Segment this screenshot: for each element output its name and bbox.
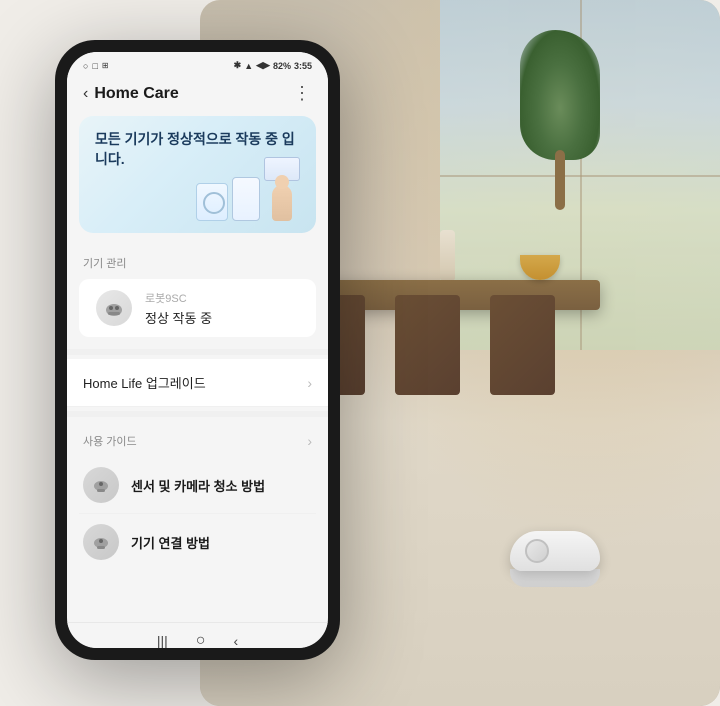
signal-icon: ◀▶ — [256, 60, 270, 71]
guide-section-label: 사용 가이드 — [83, 433, 137, 449]
guide-section: 사용 가이드 › — [67, 421, 328, 570]
wifi-icon: ▲ — [244, 61, 253, 71]
device-status: 정상 작동 중 — [145, 308, 300, 327]
guide-items-list: 센서 및 카메라 청소 방법 기기 연 — [79, 457, 316, 570]
nav-menu-button[interactable]: ||| — [157, 633, 168, 649]
chair-3 — [490, 295, 555, 395]
status-icons: ⊞ — [102, 61, 109, 70]
bluetooth-icon: ✱ — [234, 60, 242, 71]
section-divider-2 — [67, 411, 328, 417]
device-list-item[interactable]: 로봇9SC 정상 작동 중 — [79, 279, 316, 337]
robot-vacuum — [510, 531, 600, 586]
status-left: ○ □ ⊞ — [83, 61, 109, 71]
illustration-devices — [196, 157, 300, 221]
device-section-label: 기기 관리 — [67, 249, 328, 275]
device-model: 로봇9SC — [145, 290, 300, 306]
status-right: ✱ ▲ ◀▶ 82% 3:55 — [234, 60, 312, 71]
connect-icon — [92, 533, 110, 551]
vase — [440, 230, 455, 280]
back-button[interactable]: ‹ — [83, 85, 88, 103]
homelife-upgrade-label: Home Life 업그레이드 — [83, 373, 206, 392]
device-icon — [95, 289, 133, 327]
device-icon-circle — [96, 290, 132, 326]
status-banner: 모든 기기가 정상적으로 작동 중 입니다. — [79, 116, 316, 233]
phone-screen: ○ □ ⊞ ✱ ▲ ◀▶ 82% 3:55 ‹ Home Care ⋮ — [67, 52, 328, 648]
guide-item-1-icon — [83, 467, 119, 503]
chevron-right-icon: › — [307, 375, 312, 391]
status-dot-2: □ — [92, 61, 97, 71]
bottom-nav-bar: ||| ○ ‹ — [67, 622, 328, 648]
illus-washer-icon — [196, 183, 228, 221]
battery-level: 82% — [273, 61, 291, 71]
status-dot-1: ○ — [83, 61, 88, 71]
banner-illustration — [95, 157, 300, 221]
robot-icon — [104, 298, 124, 318]
guide-section-header: 사용 가이드 › — [67, 421, 328, 457]
illus-person-icon — [272, 185, 292, 221]
app-header: ‹ Home Care ⋮ — [67, 75, 328, 112]
guide-item-2-icon — [83, 524, 119, 560]
status-bar: ○ □ ⊞ ✱ ▲ ◀▶ 82% 3:55 — [67, 52, 328, 75]
phone-body: ○ □ ⊞ ✱ ▲ ◀▶ 82% 3:55 ‹ Home Care ⋮ — [55, 40, 340, 660]
nav-buttons: ||| ○ ‹ — [157, 632, 238, 649]
homelife-upgrade-item[interactable]: Home Life 업그레이드 › — [67, 359, 328, 407]
device-section: 기기 관리 — [67, 245, 328, 345]
guide-item-2-label: 기기 연결 방법 — [131, 533, 210, 552]
guide-expand-icon[interactable]: › — [307, 433, 312, 449]
nav-back-button[interactable]: ‹ — [233, 633, 238, 649]
guide-item-2[interactable]: 기기 연결 방법 — [79, 514, 316, 570]
nav-home-button[interactable]: ○ — [196, 632, 206, 649]
guide-item-1[interactable]: 센서 및 카메라 청소 방법 — [79, 457, 316, 514]
guide-item-1-label: 센서 및 카메라 청소 방법 — [131, 476, 265, 495]
smartphone: ○ □ ⊞ ✱ ▲ ◀▶ 82% 3:55 ‹ Home Care ⋮ — [55, 40, 340, 660]
device-info: 로봇9SC 정상 작동 중 — [145, 290, 300, 327]
camera-icon — [92, 476, 110, 494]
section-divider-1 — [67, 349, 328, 355]
header-left: ‹ Home Care — [83, 85, 179, 103]
content-scroll[interactable]: 모든 기기가 정상적으로 작동 중 입니다. — [67, 112, 328, 622]
more-button[interactable]: ⋮ — [293, 83, 312, 104]
chair-2 — [395, 295, 460, 395]
page-title: Home Care — [94, 85, 178, 103]
time-display: 3:55 — [294, 61, 312, 71]
app-content: 모든 기기가 정상적으로 작동 중 입니다. — [67, 112, 328, 648]
illus-fridge-icon — [232, 177, 260, 221]
plant — [520, 30, 600, 210]
